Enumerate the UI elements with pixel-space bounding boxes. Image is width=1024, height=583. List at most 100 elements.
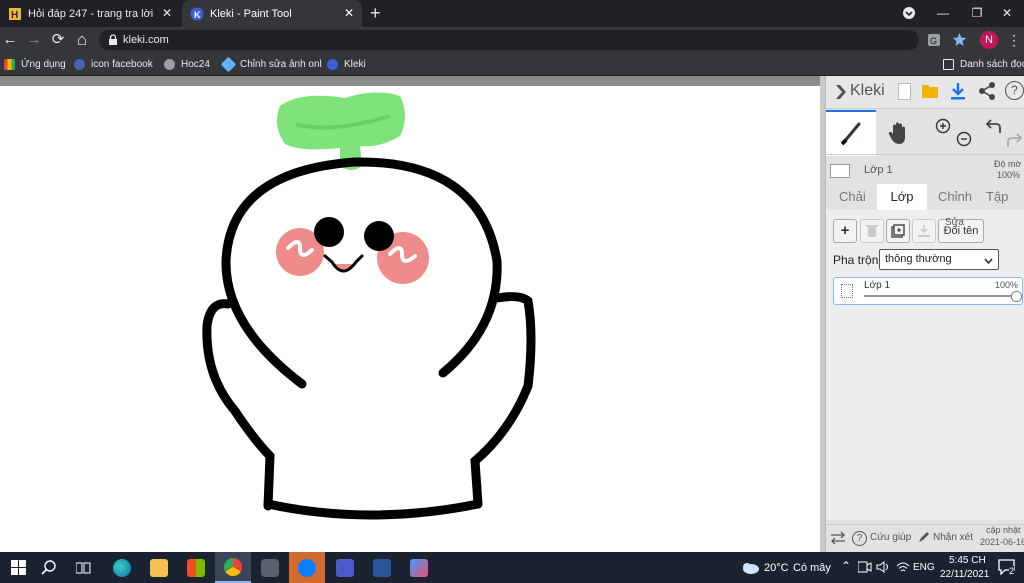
duplicate-layer-button[interactable] [886,219,910,243]
forward-button[interactable]: → [24,27,44,53]
layer-list-item[interactable]: Lớp 1 100% [833,277,1023,305]
hand-tool-icon[interactable] [888,120,912,149]
zalo-icon [298,558,316,577]
globe-icon [164,58,175,70]
url-text[interactable]: kleki.com [123,30,169,50]
bookmark-label: icon facebook [91,58,153,70]
search-button[interactable] [30,552,66,583]
layer-item-name: Lớp 1 [864,280,891,291]
add-layer-button[interactable]: + [833,219,857,243]
open-folder-icon[interactable] [922,84,938,101]
translate-icon[interactable]: G [927,33,941,50]
feedback-link[interactable]: Nhận xét [933,532,973,543]
bookmark-hoc24[interactable]: Hoc24 [164,53,210,75]
delete-layer-button[interactable] [860,219,884,243]
taskbar-edge[interactable] [104,552,140,583]
bookmark-star-icon[interactable] [952,32,967,50]
new-file-icon[interactable] [898,83,911,100]
profile-avatar[interactable]: N [980,31,998,49]
taskbar-chrome[interactable] [215,552,251,583]
close-tab-icon[interactable]: ✕ [160,6,174,20]
kleki-header: Kleki ? [826,76,1024,109]
bookmark-facebook[interactable]: icon facebook [74,53,153,75]
back-button[interactable]: ← [0,27,20,53]
tab-layers[interactable]: Lớp [877,184,927,210]
home-button[interactable]: ⌂ [72,27,92,53]
download-icon[interactable] [950,82,966,103]
taskbar-word[interactable] [364,552,400,583]
undo-icon[interactable] [985,118,1002,137]
blend-mode-select[interactable]: thông thường [879,249,999,270]
lock-icon[interactable] [108,34,118,49]
weather-temp[interactable]: 20°C [764,562,789,574]
tab-title: Kleki - Paint Tool [210,7,292,20]
help-circle-icon[interactable]: ? [852,531,867,546]
task-view-button[interactable] [66,552,102,583]
close-tab-icon[interactable]: ✕ [342,6,356,20]
new-tab-button[interactable]: + [370,4,381,22]
meet-now-icon[interactable] [857,561,872,576]
kleki-logo: Kleki [850,82,885,99]
update-label[interactable]: cập nhật [986,525,1021,535]
svg-text:G: G [930,36,937,46]
redo-icon[interactable] [1006,132,1023,151]
panel-footer: ? Cứu giúp Nhận xét cập nhật 2021-06-16 [826,524,1024,553]
taskbar-file-explorer[interactable] [141,552,177,583]
facebook-icon [74,58,85,70]
close-window-button[interactable]: ✕ [990,0,1024,27]
share-icon[interactable] [978,82,996,103]
layer-thumbnail[interactable] [830,164,850,178]
tab-adjust[interactable]: Chỉnh [938,184,972,210]
brush-tool-button[interactable] [826,110,876,156]
rename-layer-button[interactable]: Đổi tên Sửa [938,217,984,243]
swap-panel-icon[interactable] [830,531,846,548]
help-link[interactable]: Cứu giúp [870,532,911,543]
minimize-button[interactable]: — [926,0,960,27]
taskbar-snipping[interactable] [401,552,437,583]
tab-hoidap[interactable]: H Hỏi đáp 247 - trang tra lời ✕ [0,0,180,27]
windows-taskbar: 20°C Có mây ⌃ ENG 5:45 CH 22/11/2021 2 [0,552,1024,583]
word-icon [373,558,391,577]
taskbar-store[interactable] [178,552,214,583]
tab-file[interactable]: Tập tin [986,184,1024,230]
cloud-icon[interactable] [740,561,760,577]
layer-opacity-slider-track[interactable] [864,295,1016,297]
current-layer-name: Lớp 1 [864,164,893,176]
trash-icon [866,225,878,237]
tab-search-icon[interactable] [892,0,926,27]
tab-kleki[interactable]: K Kleki - Paint Tool ✕ [182,0,362,27]
help-icon[interactable]: ? [1005,81,1024,100]
layer-opacity-slider-handle[interactable] [1011,291,1022,302]
update-date[interactable]: 2021-06-16 [980,537,1024,547]
reading-list-button[interactable]: Danh sách đọc [943,53,1024,75]
search-icon [40,560,56,575]
restore-button[interactable]: ❐ [960,0,994,27]
bookmark-apps[interactable]: Ứng dụng [4,53,66,75]
feedback-icon[interactable] [918,531,930,546]
language-indicator[interactable]: ENG [913,562,935,573]
browser-menu-icon[interactable]: ⋮ [1004,27,1024,53]
layer-item-opacity: 100% [994,280,1018,290]
windows-icon [10,560,26,575]
merge-layer-button[interactable] [912,219,936,243]
taskbar-zalo[interactable] [289,552,325,583]
clock-date[interactable]: 22/11/2021 [940,569,989,580]
drawing-canvas[interactable] [0,86,820,552]
wifi-icon[interactable] [896,561,910,576]
bookmark-kleki[interactable]: Kleki [327,53,366,75]
tray-chevron-up-icon[interactable]: ⌃ [841,559,851,573]
volume-icon[interactable] [876,561,890,576]
zoom-in-icon[interactable] [935,118,951,137]
edge-icon [113,558,131,577]
taskbar-teams[interactable] [327,552,363,583]
zoom-out-icon[interactable] [956,131,972,150]
address-bar[interactable]: kleki.com G [99,30,940,50]
bookmark-label: Chỉnh sửa ảnh onl [240,58,322,70]
taskbar-camera[interactable] [252,552,288,583]
reload-button[interactable]: ⟳ [48,27,68,53]
opacity-label: Độ mờ [994,159,1022,169]
weather-condition[interactable]: Có mây [793,562,831,574]
bookmark-photo-editor[interactable]: Chỉnh sửa ảnh onl [220,53,322,75]
tab-brush[interactable]: Chải [839,184,866,210]
clock-time[interactable]: 5:45 CH [949,555,986,566]
